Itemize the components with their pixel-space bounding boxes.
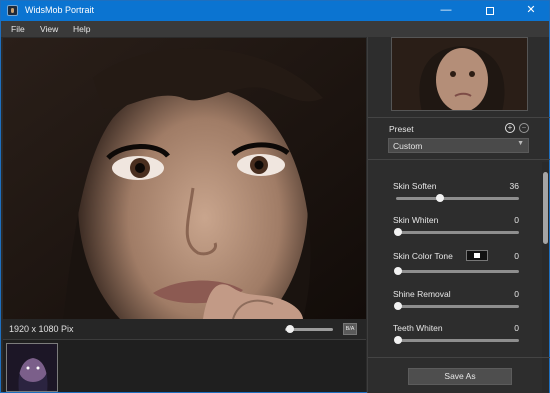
slider-value: 0 [514,251,519,261]
portrait-photo [3,38,366,319]
divider [368,357,550,358]
slider-value: 0 [514,323,519,333]
close-icon[interactable]: ✕ [514,1,548,21]
portrait-app-icon [7,5,18,16]
slider-label: Shine Removal [393,289,451,299]
slider-thumb[interactable] [394,336,402,344]
slider-label: Skin Color Tone [393,251,453,261]
add-preset-icon[interactable]: + [505,123,515,133]
divider [368,159,550,160]
divider [368,117,550,118]
thumbnail-image [7,344,57,391]
zoom-slider[interactable] [285,325,333,333]
slider-label: Teeth Whiten [393,323,443,333]
window-title: WidsMob Portrait [25,5,95,15]
preset-dropdown[interactable]: Custom ▼ [388,138,529,153]
preset-label: Preset [389,124,414,134]
menu-file[interactable]: File [11,24,25,34]
main-photo-canvas[interactable] [3,38,366,319]
slider-value: 0 [514,215,519,225]
skin-tone-color-picker[interactable] [466,250,488,261]
slider-thumb[interactable] [394,267,402,275]
title-bar: WidsMob Portrait — ✕ [1,1,549,21]
photo-thumbnail[interactable] [6,343,58,392]
save-as-button[interactable]: Save As [408,368,512,385]
minimize-icon[interactable]: — [429,1,463,21]
adjustment-panel: Preset + − Custom ▼ Skin Soften 36 Skin … [367,37,550,393]
menu-bar: File View Help [1,21,549,37]
chevron-down-icon: ▼ [517,140,524,147]
menu-help[interactable]: Help [73,24,90,34]
slider-thumb[interactable] [394,302,402,310]
preset-value: Custom [393,141,423,151]
skin-soften-slider[interactable] [396,194,519,202]
filmstrip [3,339,366,392]
remove-preset-icon[interactable]: − [519,123,529,133]
before-after-button[interactable]: B/A [343,323,357,335]
slider-label: Skin Whiten [393,215,439,225]
slider-label: Skin Soften [393,181,437,191]
slider-value: 36 [509,181,519,191]
preview-thumbnail [391,37,528,111]
shine-removal-slider[interactable] [394,302,519,310]
skin-whiten-slider[interactable] [394,228,519,236]
slider-thumb[interactable] [436,194,445,202]
slider-thumb[interactable] [394,228,402,236]
skin-color-tone-slider[interactable] [394,267,519,275]
menu-view[interactable]: View [40,24,58,34]
app-window: WidsMob Portrait — ✕ File View Help 1920… [0,0,550,393]
zoom-slider-thumb[interactable] [285,325,294,333]
status-bar: 1920 x 1080 Pix B/A [3,319,366,339]
teeth-whiten-slider[interactable] [394,336,519,344]
scrollbar-thumb[interactable] [543,172,548,244]
slider-value: 0 [514,289,519,299]
image-resolution: 1920 x 1080 Pix [9,324,74,334]
maximize-icon[interactable] [473,1,507,21]
preview-image [392,38,527,110]
